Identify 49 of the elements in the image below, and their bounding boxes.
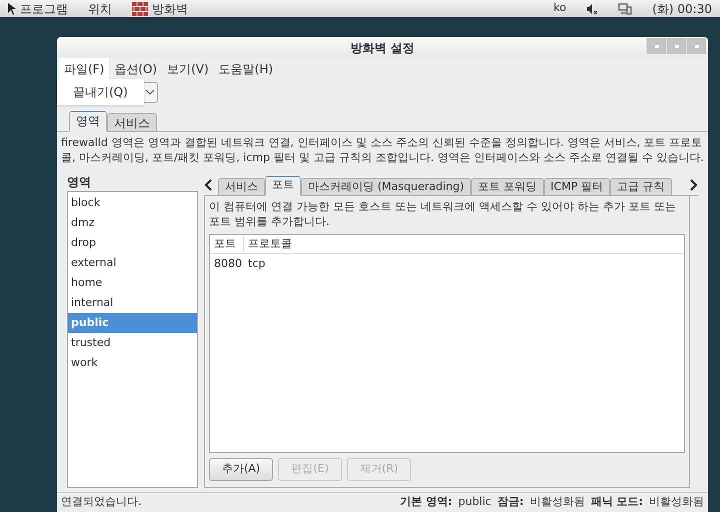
tab[interactable]: 마스커레이딩 (Masquerading) [301, 178, 472, 196]
brick-wall-icon [132, 2, 148, 16]
status-value: public [458, 494, 492, 510]
menu-item[interactable]: 파일(F) [59, 58, 110, 80]
status-value: 비활성화됨 [649, 494, 704, 510]
zone-item[interactable]: work [68, 353, 197, 373]
panel-menu[interactable]: 프로그램 [8, 2, 68, 14]
tab[interactable]: 영역 [69, 111, 107, 132]
menu-item[interactable]: 보기(V) [162, 58, 214, 80]
zone-item[interactable]: drop [68, 233, 197, 253]
chevron-left-icon[interactable] [204, 178, 214, 192]
zone-item[interactable]: internal [68, 293, 197, 313]
speaker-muted-icon[interactable] [586, 2, 598, 14]
column-header[interactable]: 프로토콜 [244, 236, 296, 252]
status-label: 기본 영역: [400, 494, 452, 510]
status-label: 잠금: [497, 494, 524, 510]
network-icon[interactable] [618, 2, 632, 14]
tab[interactable]: 서비스 [107, 113, 157, 132]
tab[interactable]: 포트 포워딩 [471, 178, 544, 196]
language-indicator[interactable]: ko [554, 0, 566, 17]
tab[interactable]: 포트 [265, 176, 301, 196]
tab[interactable]: 서비스 [218, 178, 265, 196]
menu-item[interactable]: 옵션(O) [109, 58, 162, 80]
menu-entry[interactable]: 끝내기(Q) [73, 81, 128, 103]
panel-menu[interactable]: 위치 [88, 2, 112, 14]
zone-item[interactable]: trusted [68, 333, 197, 353]
table-cell-text: tcp [247, 256, 266, 272]
status-label: 패닉 모드: [590, 494, 643, 510]
status-message: 연결되었습니다. [61, 494, 142, 510]
zone-item[interactable]: block [68, 193, 197, 213]
zones-label: 영역 [67, 175, 92, 189]
tab[interactable]: ICMP 필터 [544, 178, 610, 196]
action-button[interactable]: 추가(A) [209, 458, 273, 481]
clock[interactable]: (화) 00:30 [652, 0, 712, 18]
zone-item[interactable]: external [68, 253, 197, 273]
chevron-right-icon[interactable] [688, 178, 698, 192]
zone-item[interactable]: home [68, 273, 197, 293]
ports-hint: 이 컴퓨터에 연결 가능한 모든 호스트 또는 네트워크에 액세스할 수 있어야 하는 추가 포트 또는 포트 범위를 추가합니다. [209, 199, 677, 229]
zone-item[interactable]: dmz [68, 213, 197, 233]
panel-menu[interactable]: 방화벽 [132, 2, 188, 16]
table-cell-text: 8080 [213, 256, 243, 272]
column-header[interactable]: 포트 [210, 236, 244, 252]
tab[interactable]: 고급 규칙 [610, 178, 672, 196]
window-title: 방화벽 설정 [350, 40, 415, 56]
chevron-down-icon [146, 90, 154, 95]
cursor-icon [8, 2, 16, 14]
menu-item[interactable]: 도움말(H) [214, 58, 278, 80]
status-value: 비활성화됨 [530, 494, 585, 510]
zone-description: firewalld 영역은 영역과 결합된 네트워크 연결, 인터페이스 및 소스 주소의 신뢰된 수준을 정의합니다. 영역은 서비스, 포트 프로토콜, 마스커레이딩, 포트/패킷 포워딩, icmp 필터 및 고급 규칙의 조합입니다. 영역은 인터페이스와 소스 주소로 연결될 수 있습니다. [60, 135, 705, 165]
